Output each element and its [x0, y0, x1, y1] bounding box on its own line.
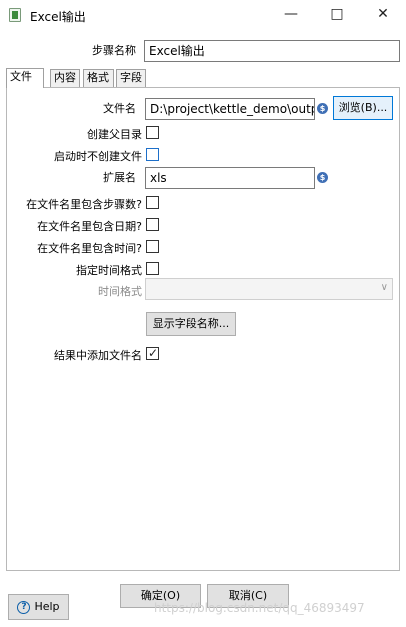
filename-label: 文件名	[103, 102, 136, 115]
chevron-down-icon: ∨	[380, 282, 388, 293]
add-to-result-checkbox[interactable]: ✓	[146, 346, 159, 360]
watermark: https://blog.csdn.net/qq_46893497	[154, 601, 365, 615]
include-time-label: 在文件名里包含时间?	[37, 242, 142, 255]
no-create-on-start-label: 启动时不创建文件	[54, 150, 142, 163]
time-format-select[interactable]: ∨	[145, 278, 393, 300]
specify-format-label: 指定时间格式	[76, 264, 142, 277]
include-time-checkbox[interactable]	[146, 240, 159, 253]
include-stepnr-checkbox[interactable]	[146, 196, 159, 209]
close-icon: ✕	[377, 6, 389, 22]
excel-output-icon	[9, 8, 21, 22]
maximize-icon: □	[330, 6, 344, 22]
maximize-button[interactable]: □	[314, 0, 360, 30]
browse-button[interactable]: 浏览(B)...	[333, 96, 393, 120]
variable-icon[interactable]: $	[317, 103, 328, 114]
extension-label: 扩展名	[103, 171, 136, 184]
title-bar: Excel输出 — □ ✕	[0, 0, 406, 30]
minimize-icon: —	[284, 6, 298, 22]
add-to-result-label: 结果中添加文件名	[54, 349, 142, 362]
specify-format-checkbox[interactable]	[146, 262, 159, 275]
minimize-button[interactable]: —	[268, 0, 314, 30]
help-label: Help	[34, 600, 60, 613]
extension-input[interactable]: xls	[145, 167, 315, 189]
checkmark-icon: ✓	[147, 346, 159, 360]
create-parent-dir-label: 创建父目录	[87, 128, 142, 141]
include-date-label: 在文件名里包含日期?	[37, 220, 142, 233]
tab-content[interactable]: 内容	[50, 69, 80, 87]
tab-fields[interactable]: 字段	[116, 69, 146, 87]
window-title: Excel输出	[30, 10, 86, 24]
tab-format[interactable]: 格式	[83, 69, 114, 87]
variable-icon[interactable]: $	[317, 172, 328, 183]
step-name-input[interactable]: Excel输出	[144, 40, 400, 62]
close-button[interactable]: ✕	[360, 0, 406, 30]
filename-input[interactable]: D:\project\kettle_demo\outp	[145, 98, 315, 120]
step-name-label: 步骤名称	[92, 44, 136, 57]
tab-file[interactable]: 文件	[6, 68, 44, 88]
create-parent-dir-checkbox[interactable]	[146, 126, 159, 139]
include-stepnr-label: 在文件名里包含步骤数?	[26, 198, 142, 211]
time-format-label: 时间格式	[98, 285, 142, 298]
include-date-checkbox[interactable]	[146, 218, 159, 231]
help-button[interactable]: ? Help	[8, 594, 69, 620]
show-field-names-button[interactable]: 显示字段名称...	[146, 312, 236, 336]
help-icon: ?	[17, 600, 31, 614]
no-create-on-start-checkbox[interactable]	[146, 148, 159, 161]
